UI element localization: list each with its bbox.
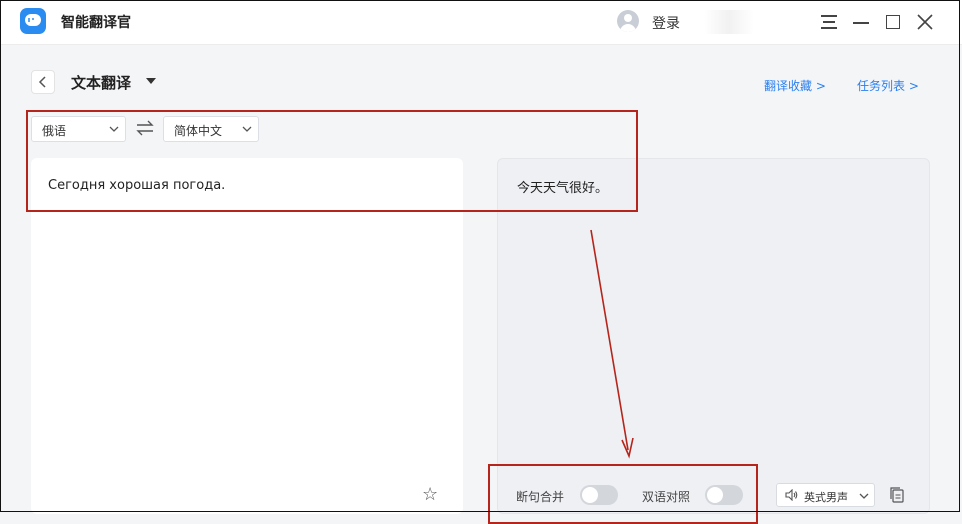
chevron-down-icon xyxy=(242,126,252,132)
close-icon[interactable] xyxy=(914,11,936,33)
source-language-value: 俄语 xyxy=(42,124,67,138)
star-icon[interactable]: ☆ xyxy=(422,486,438,504)
chevron-down-icon xyxy=(859,493,869,499)
bilingual-label: 双语对照 xyxy=(642,490,691,504)
source-text[interactable]: Сегодня хорошая погода. xyxy=(48,178,225,193)
source-text-panel[interactable] xyxy=(31,158,463,514)
translation-panel xyxy=(497,158,930,514)
translated-text: 今天天气很好。 xyxy=(517,181,609,196)
title-bar: 智能翻译官 登录 xyxy=(0,0,962,45)
chevron-left-icon xyxy=(38,76,46,88)
sentence-merge-toggle[interactable] xyxy=(580,485,618,505)
menu-icon[interactable] xyxy=(818,11,840,33)
redacted-username xyxy=(704,10,754,34)
sentence-merge-label: 断句合并 xyxy=(516,490,565,504)
target-language-value: 简体中文 xyxy=(174,124,223,138)
app-title: 智能翻译官 xyxy=(61,15,131,31)
source-language-select[interactable]: 俄语 xyxy=(31,116,126,142)
copy-icon[interactable] xyxy=(889,486,905,504)
back-button[interactable] xyxy=(31,70,55,94)
favorites-link[interactable]: 翻译收藏 > xyxy=(764,77,826,94)
minimize-icon[interactable] xyxy=(850,11,872,33)
voice-value: 英式男声 xyxy=(804,491,848,504)
caret-down-icon[interactable] xyxy=(146,78,156,84)
task-list-link[interactable]: 任务列表 > xyxy=(857,77,919,94)
page-title[interactable]: 文本翻译 xyxy=(71,72,131,93)
speaker-icon xyxy=(785,489,798,501)
avatar[interactable] xyxy=(617,10,639,32)
app-logo-icon xyxy=(20,8,46,34)
target-language-select[interactable]: 简体中文 xyxy=(163,116,259,142)
voice-select[interactable]: 英式男声 xyxy=(776,483,875,507)
maximize-icon[interactable] xyxy=(882,11,904,33)
bilingual-toggle[interactable] xyxy=(705,485,743,505)
chevron-down-icon xyxy=(109,126,119,132)
swap-languages-icon[interactable] xyxy=(135,119,155,137)
login-button[interactable]: 登录 xyxy=(652,13,680,33)
